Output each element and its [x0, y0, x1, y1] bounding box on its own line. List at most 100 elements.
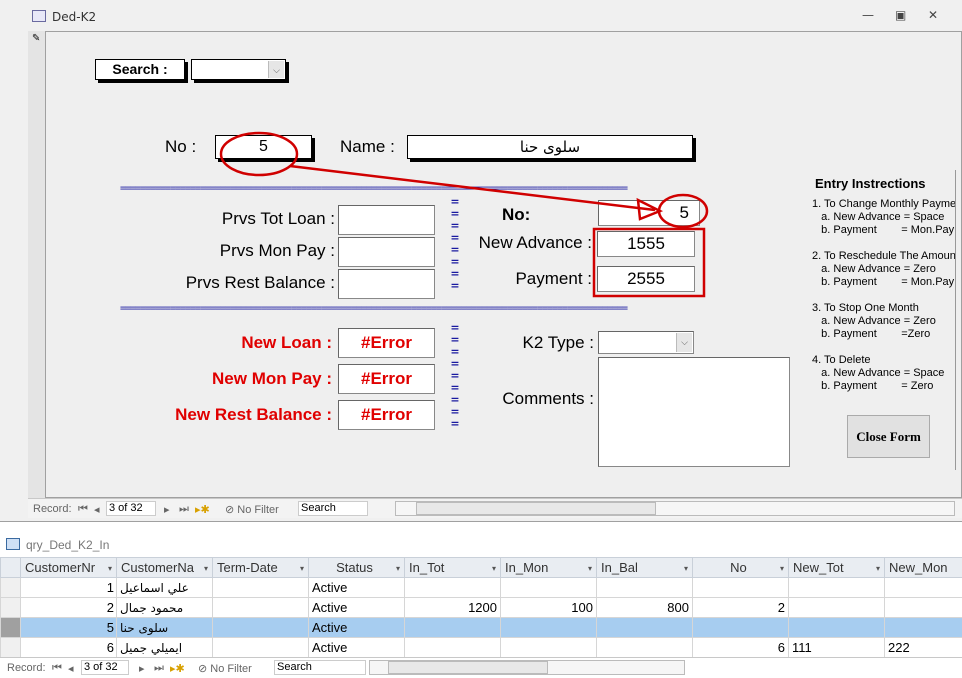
row-selector[interactable] — [0, 637, 21, 657]
row-selector[interactable] — [0, 577, 21, 598]
select-all-corner[interactable] — [0, 557, 21, 578]
table-cell[interactable] — [404, 577, 501, 598]
sort-dropdown-icon[interactable]: ▾ — [588, 564, 592, 573]
column-header[interactable]: Term-Date ▾ — [212, 557, 309, 578]
no-filter-label: No Filter — [237, 504, 279, 516]
column-header[interactable]: New_Tot ▾ — [788, 557, 885, 578]
table-cell[interactable]: 111 — [788, 637, 885, 657]
table-cell[interactable] — [596, 577, 693, 598]
search-box[interactable]: Search — [298, 501, 368, 516]
column-header-label: In_Tot — [409, 560, 445, 575]
table-row[interactable]: 1 علي اسماعيل Active — [0, 577, 962, 598]
table-cell[interactable]: 2 — [692, 597, 789, 618]
table-cell[interactable] — [692, 577, 789, 598]
row-selector[interactable] — [0, 617, 21, 638]
table-cell[interactable]: 5 — [20, 617, 117, 638]
scrollbar-thumb[interactable] — [416, 502, 656, 515]
table-cell[interactable]: Active — [308, 637, 405, 657]
first-record-icon[interactable]: ⏮ — [78, 503, 88, 516]
table-cell[interactable] — [788, 597, 885, 618]
column-header-label: CustomerNa — [121, 560, 194, 575]
horizontal-scrollbar[interactable] — [369, 660, 685, 675]
last-record-icon[interactable]: ⏭ — [154, 662, 164, 675]
table-cell[interactable] — [404, 617, 501, 638]
table-cell[interactable]: سلوى حنا — [116, 617, 213, 638]
table-cell[interactable] — [596, 617, 693, 638]
table-cell[interactable]: 6 — [692, 637, 789, 657]
column-header[interactable]: In_Bal ▾ — [596, 557, 693, 578]
table-cell[interactable] — [404, 637, 501, 657]
annotation-circle — [219, 131, 299, 177]
table-cell[interactable] — [500, 637, 597, 657]
row-selector[interactable] — [0, 597, 21, 618]
column-header[interactable]: In_Tot ▾ — [404, 557, 501, 578]
scrollbar-thumb[interactable] — [388, 661, 548, 674]
column-header[interactable]: In_Mon ▾ — [500, 557, 597, 578]
sort-dropdown-icon[interactable]: ▾ — [780, 564, 784, 573]
table-cell[interactable] — [788, 577, 885, 598]
annotation-circle — [657, 193, 709, 229]
table-cell[interactable]: محمود جمال — [116, 597, 213, 618]
table-cell[interactable] — [500, 617, 597, 638]
k2-type-combo[interactable]: ⌵ — [598, 331, 694, 354]
first-record-icon[interactable]: ⏮ — [52, 662, 62, 675]
table-cell[interactable]: 1200 — [404, 597, 501, 618]
table-cell[interactable] — [692, 617, 789, 638]
table-cell[interactable]: 800 — [596, 597, 693, 618]
sort-dropdown-icon[interactable]: ▾ — [396, 564, 400, 573]
comments-textarea[interactable] — [598, 357, 790, 467]
last-record-icon[interactable]: ⏭ — [179, 503, 189, 516]
prev-record-icon[interactable]: ◂ — [94, 503, 100, 516]
column-header[interactable]: CustomerNa ▾ — [116, 557, 213, 578]
table-cell[interactable] — [884, 597, 962, 618]
sort-dropdown-icon[interactable]: ▾ — [492, 564, 496, 573]
table-cell[interactable]: ايميلي جميل — [116, 637, 213, 657]
sort-dropdown-icon[interactable]: ▾ — [876, 564, 880, 573]
sort-dropdown-icon[interactable]: ▾ — [204, 564, 208, 573]
k2-type-label: K2 Type : — [522, 333, 594, 352]
table-cell[interactable]: 1 — [20, 577, 117, 598]
table-cell[interactable] — [212, 577, 309, 598]
table-cell[interactable]: 6 — [20, 637, 117, 657]
table-cell[interactable] — [884, 617, 962, 638]
sort-dropdown-icon[interactable]: ▾ — [300, 564, 304, 573]
equals-column: = = = = = = = = = — [450, 321, 460, 430]
table-cell[interactable]: 100 — [500, 597, 597, 618]
table-cell[interactable]: علي اسماعيل — [116, 577, 213, 598]
close-form-button[interactable]: Close Form — [847, 415, 930, 458]
search-box[interactable]: Search — [274, 660, 366, 675]
column-header[interactable]: Status ▾ — [308, 557, 405, 578]
table-cell[interactable]: 2 — [20, 597, 117, 618]
table-cell[interactable]: Active — [308, 597, 405, 618]
datasheet: CustomerNr ▾ CustomerNa ▾ Term-Date ▾ Status ▾ I… — [0, 557, 962, 657]
sort-dropdown-icon[interactable]: ▾ — [108, 564, 112, 573]
record-position-input[interactable]: 3 of 32 — [106, 501, 156, 516]
column-header[interactable]: No ▾ — [692, 557, 789, 578]
sort-dropdown-icon[interactable]: ▾ — [684, 564, 688, 573]
next-record-icon[interactable]: ▸ — [164, 503, 170, 516]
new-record-icon[interactable]: ▸✱ — [195, 503, 210, 516]
table-row[interactable]: 6 ايميلي جميل Active 6 111 222 — [0, 637, 962, 657]
table-cell[interactable]: Active — [308, 577, 405, 598]
table-cell[interactable] — [788, 617, 885, 638]
prev-record-icon[interactable]: ◂ — [68, 662, 74, 675]
chevron-down-icon[interactable]: ⌵ — [676, 333, 692, 352]
column-header[interactable]: New_Mon▾ — [884, 557, 962, 578]
table-row[interactable]: 2 محمود جمال Active 1200 100 800 2 — [0, 597, 962, 618]
table-cell[interactable]: 222 — [884, 637, 962, 657]
table-cell[interactable] — [884, 577, 962, 598]
next-record-icon[interactable]: ▸ — [139, 662, 145, 675]
table-cell[interactable] — [212, 617, 309, 638]
new-record-icon[interactable]: ▸✱ — [170, 662, 185, 675]
table-cell[interactable]: Active — [308, 617, 405, 638]
table-row[interactable]: 5 سلوى حنا Active — [0, 617, 962, 638]
table-cell[interactable] — [212, 637, 309, 657]
no-filter-button[interactable]: ⊘ No Filter — [225, 503, 279, 516]
table-cell[interactable] — [212, 597, 309, 618]
column-header[interactable]: CustomerNr ▾ — [20, 557, 117, 578]
table-cell[interactable] — [500, 577, 597, 598]
record-position-input[interactable]: 3 of 32 — [81, 660, 129, 675]
no-filter-button[interactable]: ⊘ No Filter — [198, 662, 252, 675]
table-cell[interactable] — [596, 637, 693, 657]
horizontal-scrollbar[interactable] — [395, 501, 955, 516]
